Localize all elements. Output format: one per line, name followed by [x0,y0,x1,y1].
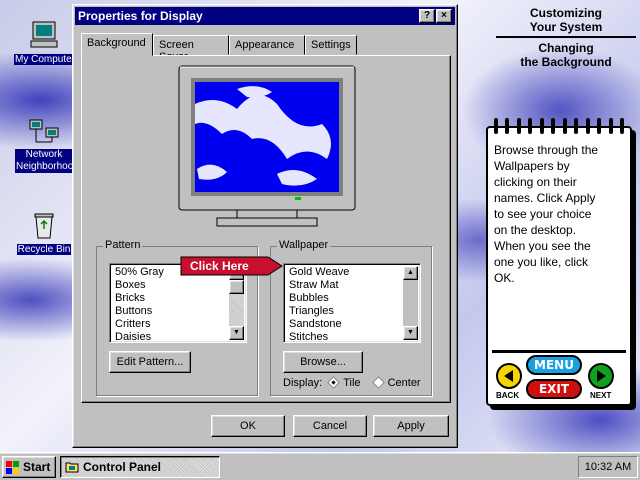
desktop-icon-recycle-bin[interactable]: Recycle Bin [14,210,74,255]
browse-button[interactable]: Browse... [283,351,363,373]
click-here-label: Click Here [190,259,249,273]
back-label: BACK [496,391,520,400]
tutorial-instructions: Browse through the Wallpapers by clickin… [494,143,599,285]
computer-icon [28,20,60,50]
tile-label[interactable]: Tile [343,377,360,389]
close-button[interactable]: × [436,9,452,23]
taskbar: Start Control Panel 10:32 AM [0,452,640,480]
display-properties-dialog: Properties for Display ? × Background Sc… [72,4,458,448]
display-label: Display: [283,377,323,389]
display-options: Display: Tile Center [283,376,421,389]
network-icon [28,116,60,146]
list-item[interactable]: Triangles [286,305,402,318]
scroll-down-icon[interactable]: ▼ [229,326,244,340]
wallpaper-scrollbar[interactable]: ▲ ▼ [403,266,418,340]
desktop-icon-label: Recycle Bin [16,244,72,255]
monitor-preview [177,64,357,232]
scroll-thumb[interactable] [229,280,244,294]
list-item[interactable]: Bubbles [286,292,402,305]
desktop-icon-label: Network Neighborhood [15,149,73,173]
wallpaper-group: Wallpaper Gold Weave Straw Mat Bubbles T… [270,239,432,396]
tab-settings[interactable]: Settings [305,35,357,55]
pattern-legend: Pattern [103,239,143,251]
click-here-callout: Click Here [180,256,284,276]
desktop-icon-label: My Computer [14,54,77,65]
list-item[interactable]: Straw Mat [286,279,402,292]
background-tab-panel: Pattern 50% Gray Boxes Bricks Buttons Cr… [81,55,451,403]
next-arrow-icon [597,370,606,382]
tab-background[interactable]: Background [81,33,153,56]
back-button[interactable] [496,363,522,389]
center-label[interactable]: Center [388,377,421,389]
desktop-icon-my-computer[interactable]: My Computer [14,20,77,65]
tutorial-header: Customizing Your System Changing the Bac… [496,6,636,69]
tutorial-heading-2: Changing the Background [520,41,612,69]
tutorial-notepad: Browse through the Wallpapers by clickin… [486,118,632,406]
heading-divider [496,36,636,38]
system-tray-clock[interactable]: 10:32 AM [578,456,638,478]
wallpaper-legend: Wallpaper [277,239,331,251]
exit-button[interactable]: EXIT [526,379,582,399]
ok-button[interactable]: OK [211,415,285,437]
wallpaper-list[interactable]: Gold Weave Straw Mat Bubbles Triangles S… [283,263,421,343]
control-panel-icon [65,460,79,474]
center-radio[interactable] [371,376,385,389]
tile-radio[interactable] [327,376,341,389]
list-item[interactable]: Stitches [286,331,402,340]
menu-button[interactable]: MENU [526,355,582,375]
list-item[interactable]: Boxes [112,279,228,292]
tab-screen-saver[interactable]: Screen Saver [153,35,229,63]
scroll-down-icon[interactable]: ▼ [403,326,418,340]
task-label: Control Panel [83,460,162,474]
desktop-icon-network-neighborhood[interactable]: Network Neighborhood [14,116,74,176]
edit-pattern-button[interactable]: Edit Pattern... [109,351,191,373]
spiral-binding [494,118,624,134]
windows-logo-icon [6,460,20,474]
scroll-up-icon[interactable]: ▲ [403,266,418,280]
next-button[interactable] [588,363,614,389]
back-arrow-icon [504,370,513,382]
apply-button[interactable]: Apply [373,415,449,437]
list-item[interactable]: Buttons [112,305,228,318]
clock-label: 10:32 AM [584,461,632,473]
cancel-button[interactable]: Cancel [293,415,367,437]
help-button[interactable]: ? [419,9,435,23]
dialog-title: Properties for Display [78,9,203,23]
taskbar-item-control-panel[interactable]: Control Panel [60,456,220,478]
tab-appearance[interactable]: Appearance [229,35,305,55]
recycle-bin-icon [28,210,60,240]
next-label: NEXT [590,391,612,400]
start-label: Start [23,460,51,474]
list-item[interactable]: Bricks [112,292,228,305]
list-item[interactable]: Gold Weave [286,266,402,279]
start-button[interactable]: Start [2,456,56,478]
tutorial-heading-1: Customizing Your System [529,6,603,34]
list-item[interactable]: Critters [112,318,228,331]
pattern-scrollbar[interactable]: ▲ ▼ [229,266,244,340]
list-item[interactable]: Sandstone [286,318,402,331]
tutorial-nav: BACK MENU EXIT NEXT [492,350,626,402]
list-item[interactable]: Daisies [112,331,228,340]
dialog-titlebar[interactable]: Properties for Display ? × [75,7,455,25]
